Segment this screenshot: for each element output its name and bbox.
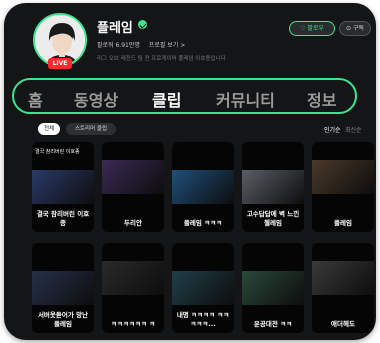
channel-meta: 팔로워 6.91만명 프로필 보기 > bbox=[97, 40, 192, 49]
subscribe-label: 구독 bbox=[352, 25, 364, 32]
subscribe-button[interactable]: ⊙ 구독 bbox=[339, 21, 371, 36]
clip-preview-image bbox=[312, 261, 374, 295]
channel-card: LIVE 플레임 팔로워 6.91만명 프로필 보기 > 리그 오브 레전드 팀… bbox=[4, 3, 376, 340]
tab-clips[interactable]: 클립 bbox=[152, 87, 181, 111]
clip-thumbnail[interactable]: 고수답답에 벽 느낀 첼레임 bbox=[242, 142, 304, 232]
clip-title: ㅋㅋㅋㅋㅋㅋ ㅋ bbox=[110, 320, 156, 328]
clip-title: 두리안 bbox=[124, 219, 142, 227]
clip-thumbnail[interactable]: ㅋㅋㅋㅋㅋㅋ ㅋ bbox=[102, 243, 164, 333]
clip-thumbnail[interactable]: 운공대전 ㅋㅋ bbox=[242, 243, 304, 333]
clip-thumbnail[interactable]: 두리안 bbox=[102, 142, 164, 232]
live-badge: LIVE bbox=[48, 58, 72, 69]
sort-popular[interactable]: 인기순 bbox=[324, 125, 341, 134]
clip-title: 플레임 bbox=[334, 219, 352, 227]
channel-name: 플레임 bbox=[97, 21, 133, 36]
follower-count: 팔로워 6.91만명 bbox=[97, 42, 140, 49]
tab-info[interactable]: 정보 bbox=[307, 87, 336, 111]
clip-title: 운공대전 ㅋㅋ bbox=[253, 320, 293, 328]
follow-button[interactable]: ♡ 팔로우 bbox=[289, 21, 335, 36]
clip-thumbnail[interactable]: 애더헤도 bbox=[312, 243, 374, 333]
clip-top-caption: 결국 참리버린 이호종 bbox=[35, 149, 80, 155]
clip-preview-image bbox=[102, 261, 164, 295]
tab-community[interactable]: 커뮤니티 bbox=[216, 87, 275, 111]
tab-home[interactable]: 홈 bbox=[28, 87, 43, 111]
profile-link[interactable]: 프로필 보기 > bbox=[149, 42, 185, 49]
channel-avatar[interactable]: LIVE bbox=[33, 13, 87, 69]
clip-title: 애더헤도 bbox=[331, 320, 355, 328]
tab-videos[interactable]: 동영상 bbox=[74, 87, 118, 111]
clip-preview-image bbox=[312, 160, 374, 194]
clip-title: 내명 ㅋㅋㅋㅋ ㅋㅋㅋㅋㅋ... bbox=[176, 311, 230, 328]
subscribe-icon: ⊙ bbox=[346, 25, 352, 32]
tab-bar-highlight bbox=[12, 78, 357, 114]
follow-label: 팔로우 bbox=[307, 25, 324, 32]
clip-title: 결국 참리버린 이호종 bbox=[36, 210, 90, 227]
clip-thumbnail[interactable]: 내명 ㅋㅋㅋㅋ ㅋㅋㅋㅋㅋ... bbox=[172, 243, 234, 333]
clip-preview-image bbox=[32, 170, 94, 204]
clip-title: 서버옷듣어가 망난 플레임 bbox=[37, 311, 89, 328]
clip-preview-image bbox=[172, 271, 234, 305]
clip-thumbnail[interactable]: 플레임 ㅋㅋㅋ bbox=[172, 142, 234, 232]
clip-thumbnail[interactable]: 플레임 bbox=[312, 142, 374, 232]
clip-thumbnail[interactable]: 결국 참리버린 이호종 결국 참리버린 이호종 bbox=[32, 142, 94, 232]
clip-preview-image bbox=[102, 160, 164, 194]
sort-latest[interactable]: 최신순 bbox=[345, 125, 362, 134]
clip-title: 고수답답에 벽 느낀 첼레임 bbox=[246, 210, 300, 227]
filter-streamer-clips-chip[interactable]: 스트리머 클립 bbox=[66, 123, 116, 135]
channel-description: 리그 오브 레전드 팀 전 프로게이머 플레임 이호종입니다 bbox=[97, 56, 226, 62]
clip-title: 플레임 ㅋㅋㅋ bbox=[183, 219, 223, 227]
clip-thumbnail[interactable]: 서버옷듣어가 망난 플레임 bbox=[32, 243, 94, 333]
clip-preview-image bbox=[242, 271, 304, 305]
clip-preview-image bbox=[242, 170, 304, 204]
clip-preview-image bbox=[32, 271, 94, 305]
clip-preview-image bbox=[172, 170, 234, 204]
filter-all-chip[interactable]: 전체 bbox=[38, 123, 60, 135]
verified-icon bbox=[138, 20, 147, 29]
heart-icon: ♡ bbox=[300, 25, 306, 32]
